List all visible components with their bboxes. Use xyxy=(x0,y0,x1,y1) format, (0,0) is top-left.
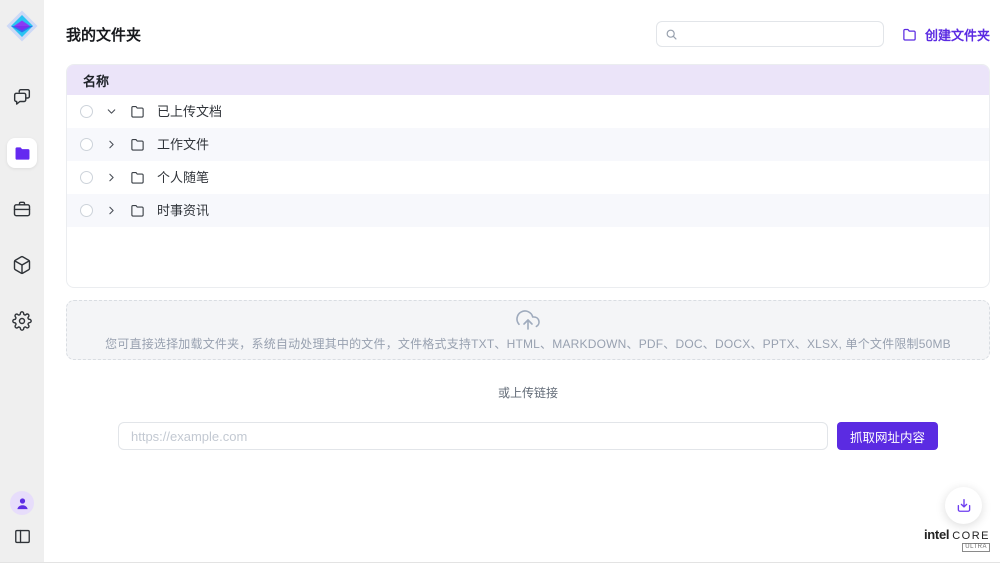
search-box[interactable] xyxy=(656,21,884,47)
ultra-badge: ultra xyxy=(962,543,990,552)
upload-cloud-icon xyxy=(516,308,540,332)
sidebar-bottom xyxy=(10,491,34,546)
folder-icon xyxy=(902,27,917,42)
sidebar xyxy=(0,0,44,562)
sidebar-item-folders[interactable] xyxy=(7,138,37,168)
folder-icon xyxy=(13,144,32,163)
link-upload-divider: 或上传链接 xyxy=(66,384,990,401)
create-folder-button[interactable]: 创建文件夹 xyxy=(902,25,990,44)
folder-icon xyxy=(130,203,145,218)
intel-core-logo: intel core ultra xyxy=(924,527,990,552)
search-icon xyxy=(665,28,678,41)
table-header: 名称 xyxy=(67,65,989,95)
gear-icon xyxy=(12,311,32,331)
upload-hint: 您可直接选择加载文件夹，系统自动处理其中的文件，文件格式支持TXT、HTML、M… xyxy=(105,335,951,352)
search-input[interactable] xyxy=(684,27,875,41)
page-header: 我的文件夹 创建文件夹 xyxy=(66,21,990,47)
toggle-panel-button[interactable] xyxy=(13,527,32,546)
url-upload-row: 抓取网址内容 xyxy=(66,422,990,450)
folder-table: 名称 已上传文档 工作文件 xyxy=(66,64,990,288)
sidebar-item-settings[interactable] xyxy=(7,306,37,336)
folder-icon xyxy=(130,170,145,185)
sidebar-nav xyxy=(7,82,37,336)
folder-name: 工作文件 xyxy=(157,138,209,151)
folder-rows: 已上传文档 工作文件 个人随笔 xyxy=(67,95,989,227)
intel-wordmark: intel xyxy=(924,527,949,542)
sidebar-item-chat[interactable] xyxy=(7,82,37,112)
box-icon xyxy=(12,255,32,275)
upload-dropzone[interactable]: 您可直接选择加载文件夹，系统自动处理其中的文件，文件格式支持TXT、HTML、M… xyxy=(66,300,990,360)
page-title: 我的文件夹 xyxy=(66,24,141,45)
fetch-url-button[interactable]: 抓取网址内容 xyxy=(837,422,938,450)
app-logo[interactable] xyxy=(4,8,40,44)
row-checkbox[interactable] xyxy=(80,138,93,151)
user-avatar[interactable] xyxy=(10,491,34,515)
folder-icon xyxy=(130,104,145,119)
core-wordmark: core xyxy=(952,530,990,542)
chevron-right-icon[interactable] xyxy=(105,171,118,184)
diamond-logo-icon xyxy=(4,8,40,44)
column-name: 名称 xyxy=(83,71,109,90)
folder-row[interactable]: 时事资讯 xyxy=(67,194,989,227)
chevron-right-icon[interactable] xyxy=(105,138,118,151)
folder-row[interactable]: 工作文件 xyxy=(67,128,989,161)
url-input[interactable] xyxy=(118,422,828,450)
chevron-down-icon[interactable] xyxy=(105,105,118,118)
folder-name: 时事资讯 xyxy=(157,204,209,217)
folder-name: 已上传文档 xyxy=(157,105,222,118)
main-content: 我的文件夹 创建文件夹 名称 xyxy=(44,0,1000,562)
folder-name: 个人随笔 xyxy=(157,171,209,184)
folder-icon xyxy=(130,137,145,152)
folder-row[interactable]: 已上传文档 xyxy=(67,95,989,128)
sidebar-item-models[interactable] xyxy=(7,250,37,280)
chat-icon xyxy=(12,87,32,107)
row-checkbox[interactable] xyxy=(80,171,93,184)
chevron-right-icon[interactable] xyxy=(105,204,118,217)
folder-row[interactable]: 个人随笔 xyxy=(67,161,989,194)
row-checkbox[interactable] xyxy=(80,204,93,217)
briefcase-icon xyxy=(12,199,32,219)
panel-layout-icon xyxy=(13,527,32,546)
user-avatar-icon xyxy=(15,496,30,511)
download-icon xyxy=(955,497,973,515)
download-fab[interactable] xyxy=(945,487,982,524)
app-window: 我的文件夹 创建文件夹 名称 xyxy=(0,0,1000,563)
create-folder-label: 创建文件夹 xyxy=(925,25,990,44)
sidebar-item-toolbox[interactable] xyxy=(7,194,37,224)
row-checkbox[interactable] xyxy=(80,105,93,118)
